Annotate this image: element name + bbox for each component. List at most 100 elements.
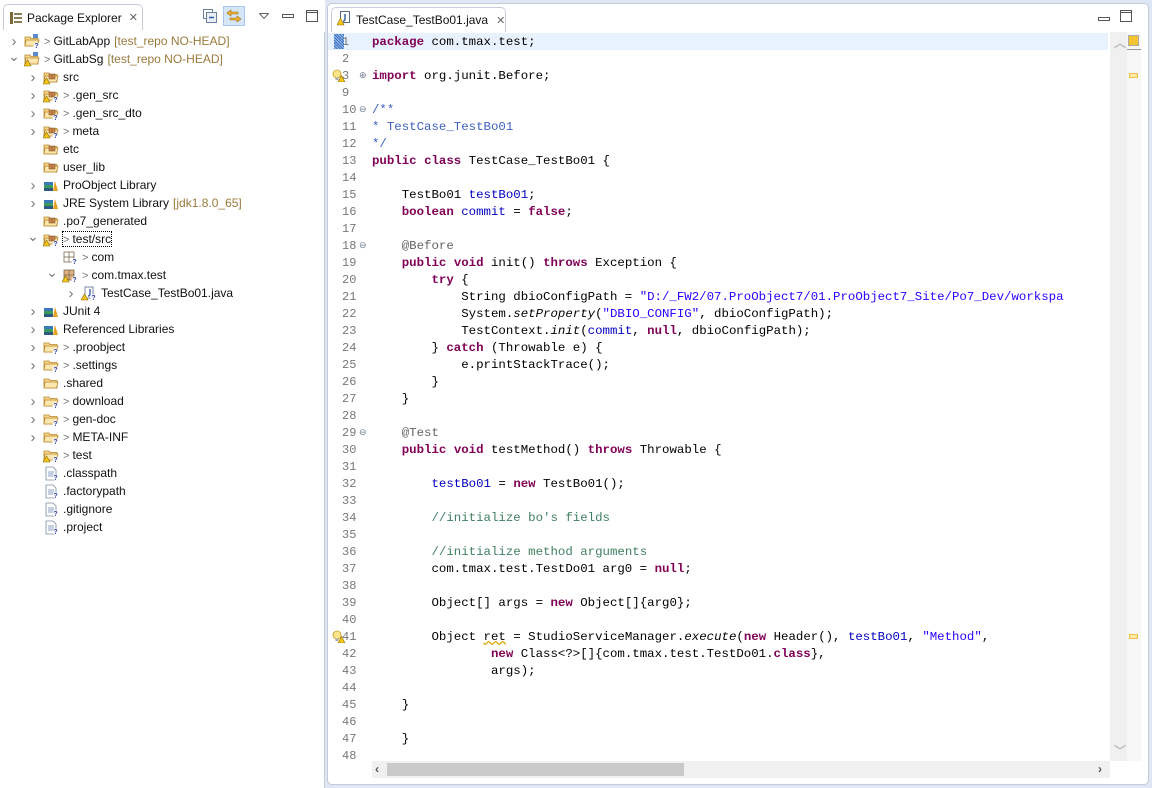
collapse-all-button[interactable]: [199, 6, 221, 26]
link-with-editor-button[interactable]: [223, 6, 245, 26]
code-line[interactable]: 2: [328, 50, 1108, 67]
editor-maximize-button[interactable]: [1120, 10, 1136, 24]
code-line[interactable]: 23 TestContext.init(commit, null, dbioCo…: [328, 322, 1108, 339]
scroll-up-arrow[interactable]: ︿: [1114, 34, 1126, 51]
horizontal-scrollbar[interactable]: ‹ ›: [372, 761, 1110, 778]
horizontal-scroll-thumb[interactable]: [387, 763, 685, 776]
chevron-right-icon[interactable]: ›: [27, 69, 39, 86]
code-line[interactable]: 35: [328, 526, 1108, 543]
code-line[interactable]: 16 boolean commit = false;: [328, 203, 1108, 220]
code-line[interactable]: 13 public class TestCase_TestBo01 {: [328, 152, 1108, 169]
editor-tab-testcase[interactable]: TestCase_TestBo01.java ✕: [331, 7, 506, 32]
code-line[interactable]: 45 }: [328, 696, 1108, 713]
warning-marker[interactable]: [1129, 634, 1138, 639]
chevron-right-icon[interactable]: ›: [27, 411, 39, 428]
code-line[interactable]: 33: [328, 492, 1108, 509]
chevron-down-icon[interactable]: ⌄: [8, 48, 20, 64]
tree-item[interactable]: ›? > .settings: [0, 356, 325, 375]
scroll-down-arrow[interactable]: ﹀: [1114, 742, 1126, 759]
code-line[interactable]: 15 TestBo01 testBo01;: [328, 186, 1108, 203]
code-line[interactable]: 47 }: [328, 730, 1108, 747]
code-line[interactable]: 17: [328, 220, 1108, 237]
tree-item[interactable]: ›? TestCase_TestBo01.java: [0, 284, 325, 303]
close-icon[interactable]: ✕: [496, 14, 505, 27]
tree-item[interactable]: ? > test: [0, 446, 325, 464]
tree-item[interactable]: ›? > .gen_src_dto: [0, 104, 325, 123]
code-line[interactable]: 28: [328, 407, 1108, 424]
editor-minimize-button[interactable]: [1098, 10, 1114, 24]
chevron-right-icon[interactable]: ›: [27, 393, 39, 410]
code-line[interactable]: 24 } catch (Throwable e) {: [328, 339, 1108, 356]
tree-item[interactable]: ›? > gen-doc: [0, 410, 325, 429]
code-line[interactable]: 41 Object ret = StudioServiceManager.exe…: [328, 628, 1108, 645]
code-line[interactable]: 42 new Class<?>[]{com.tmax.test.TestDo01…: [328, 645, 1108, 662]
chevron-right-icon[interactable]: ›: [27, 105, 39, 122]
chevron-right-icon[interactable]: ›: [27, 429, 39, 446]
code-line[interactable]: 27 }: [328, 390, 1108, 407]
chevron-right-icon[interactable]: ›: [27, 339, 39, 356]
tree-item[interactable]: ›? > GitLabApp [test_repo NO-HEAD]: [0, 32, 325, 51]
code-text-area[interactable]: 1 package com.tmax.test; 2 3 ⊕ import org.jun…: [328, 32, 1108, 761]
code-line[interactable]: 26 }: [328, 373, 1108, 390]
code-line[interactable]: 1 package com.tmax.test;: [328, 33, 1108, 50]
scroll-left-arrow[interactable]: ‹: [375, 762, 379, 776]
close-icon[interactable]: ✕: [129, 11, 138, 24]
code-line[interactable]: 39 Object[] args = new Object[]{arg0};: [328, 594, 1108, 611]
tree-item[interactable]: ? .gitignore: [0, 500, 325, 518]
code-line[interactable]: 32 testBo01 = new TestBo01();: [328, 475, 1108, 492]
code-line[interactable]: 9: [328, 84, 1108, 101]
code-line[interactable]: 12 */: [328, 135, 1108, 152]
tree-item[interactable]: › ProObject Library: [0, 176, 325, 194]
tree-item[interactable]: .po7_generated: [0, 212, 325, 230]
code-line[interactable]: 29 ⊖ @Test: [328, 424, 1108, 441]
code-line[interactable]: 46: [328, 713, 1108, 730]
chevron-right-icon[interactable]: ›: [27, 177, 39, 194]
code-line[interactable]: 30 public void testMethod() throws Throw…: [328, 441, 1108, 458]
code-line[interactable]: 18 ⊖ @Before: [328, 237, 1108, 254]
code-line[interactable]: 37 com.tmax.test.TestDo01 arg0 = null;: [328, 560, 1108, 577]
tree-item[interactable]: ›? > META-INF: [0, 428, 325, 447]
tree-item[interactable]: etc: [0, 140, 325, 158]
code-line[interactable]: 11 * TestCase_TestBo01: [328, 118, 1108, 135]
chevron-right-icon[interactable]: ›: [27, 321, 39, 338]
chevron-right-icon[interactable]: ›: [8, 33, 20, 50]
tree-item[interactable]: ? .classpath: [0, 464, 325, 482]
tree-item[interactable]: ⌄? > test/src: [0, 228, 325, 248]
collapse-fold-icon[interactable]: ⊖: [359, 104, 367, 115]
code-line[interactable]: 3 ⊕ import org.junit.Before;: [328, 67, 1108, 84]
warning-marker[interactable]: [1129, 73, 1138, 78]
code-line[interactable]: 34 //initialize bo's fields: [328, 509, 1108, 526]
chevron-right-icon[interactable]: ›: [65, 285, 77, 302]
collapse-fold-icon[interactable]: ⊖: [359, 240, 367, 251]
tree-item[interactable]: ? .project: [0, 518, 325, 536]
tree-item[interactable]: ⌄ > GitLabSg [test_repo NO-HEAD]: [0, 48, 325, 68]
tree-item[interactable]: user_lib: [0, 158, 325, 176]
code-line[interactable]: 36 //initialize method arguments: [328, 543, 1108, 560]
chevron-right-icon[interactable]: ›: [27, 87, 39, 104]
code-line[interactable]: 21 String dbioConfigPath = "D:/_FW2/07.P…: [328, 288, 1108, 305]
chevron-right-icon[interactable]: ›: [27, 357, 39, 374]
package-explorer-tab[interactable]: Package Explorer ✕: [3, 4, 143, 30]
tree-item[interactable]: .shared: [0, 374, 325, 392]
tree-item[interactable]: › Referenced Libraries: [0, 320, 325, 338]
overview-summary-marker[interactable]: [1128, 35, 1139, 46]
code-line[interactable]: 25 e.printStackTrace();: [328, 356, 1108, 373]
tree-item[interactable]: ? .factorypath: [0, 482, 325, 500]
code-line[interactable]: 48: [328, 747, 1108, 762]
code-line[interactable]: 38: [328, 577, 1108, 594]
collapse-fold-icon[interactable]: ⊖: [359, 427, 367, 438]
code-line[interactable]: 22 System.setProperty("DBIO_CONFIG", dbi…: [328, 305, 1108, 322]
overview-ruler[interactable]: [1127, 32, 1141, 761]
tree-item[interactable]: › src: [0, 68, 325, 86]
chevron-right-icon[interactable]: ›: [27, 123, 39, 140]
minimize-button[interactable]: [277, 6, 299, 26]
vertical-scrollbar[interactable]: ︿ ﹀: [1110, 32, 1127, 761]
tree-item[interactable]: › JRE System Library [jdk1.8.0_65]: [0, 194, 325, 212]
tree-item[interactable]: › JUnit 4: [0, 302, 325, 320]
scroll-right-arrow[interactable]: ›: [1098, 762, 1102, 776]
maximize-button[interactable]: [301, 6, 323, 26]
tree-item[interactable]: ›? > meta: [0, 122, 325, 141]
code-line[interactable]: 10 ⊖/**: [328, 101, 1108, 118]
tree-item[interactable]: ›? > .proobject: [0, 338, 325, 357]
chevron-down-icon[interactable]: ⌄: [27, 228, 39, 244]
